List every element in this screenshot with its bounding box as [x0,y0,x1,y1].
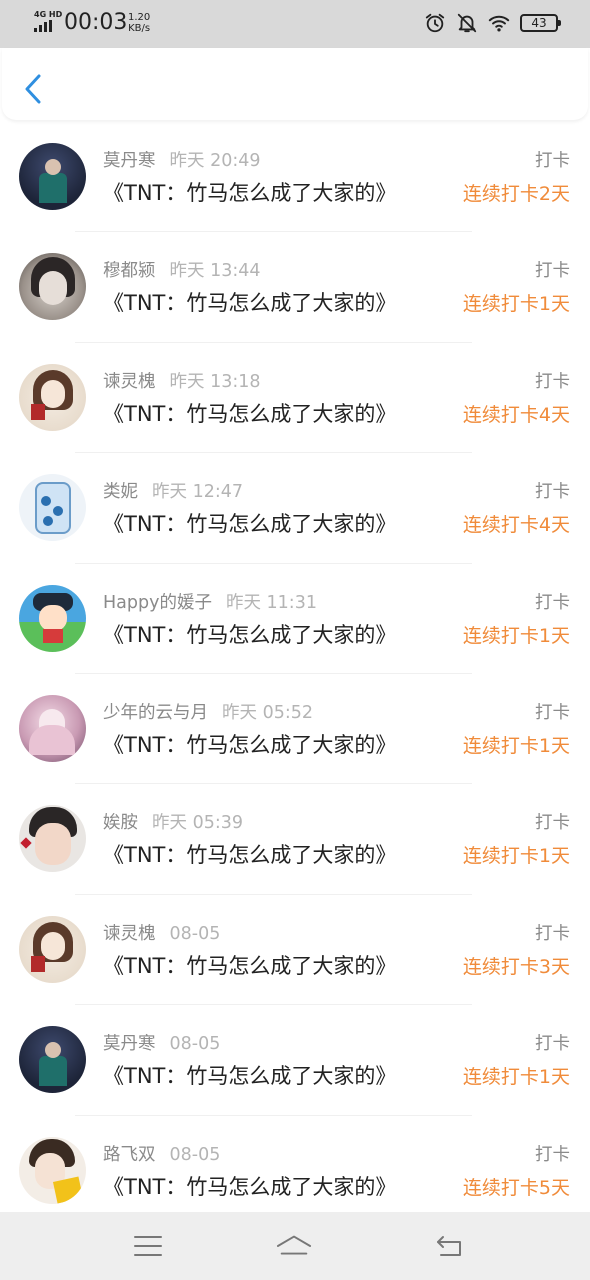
book-title[interactable]: 《TNT：竹马怎么成了大家的》 [103,841,396,869]
streak-label: 连续打卡5天 [462,1176,570,1199]
timestamp: 昨天 13:18 [169,371,261,392]
avatar[interactable] [19,363,86,431]
book-title[interactable]: 《TNT：竹马怎么成了大家的》 [103,179,396,207]
list-item[interactable]: 类妮 昨天 12:47 《TNT：竹马怎么成了大家的》 打卡 连续打卡4天 [0,453,590,564]
book-title[interactable]: 《TNT：竹马怎么成了大家的》 [103,289,396,317]
timestamp: 昨天 05:39 [152,813,243,834]
list-item[interactable]: 穆都颍 昨天 13:44 《TNT：竹马怎么成了大家的》 打卡 连续打卡1天 [0,232,590,343]
book-title[interactable]: 《TNT：竹马怎么成了大家的》 [103,731,396,759]
timestamp: 昨天 13:44 [169,261,261,282]
speed-unit: KB/s [128,23,151,34]
avatar[interactable] [19,143,86,210]
list-item[interactable]: 莫丹寒 昨天 20:49 《TNT：竹马怎么成了大家的》 打卡 连续打卡2天 [0,122,590,233]
user-name[interactable]: 莫丹寒 [103,151,156,171]
activity-type: 打卡 [535,261,570,282]
activity-type: 打卡 [535,923,570,944]
chevron-left-icon [25,74,41,104]
list-item[interactable]: 谏灵槐 昨天 13:18 《TNT：竹马怎么成了大家的》 打卡 连续打卡4天 [0,343,590,454]
timestamp: 08-05 [169,923,221,944]
home-button[interactable] [276,1232,312,1260]
list-item[interactable]: 谏灵槐 08-05 《TNT：竹马怎么成了大家的》 打卡 连续打卡3天 [0,895,590,1006]
user-name[interactable]: Happy的媛子 [103,593,212,613]
system-nav-bar [0,1212,590,1280]
activity-type: 打卡 [535,371,570,392]
avatar[interactable] [19,805,86,873]
list-item[interactable]: 少年的云与月 昨天 05:52 《TNT：竹马怎么成了大家的》 打卡 连续打卡1天 [0,674,590,785]
activity-type: 打卡 [535,1144,570,1165]
timestamp: 昨天 20:49 [169,151,261,171]
user-name[interactable]: 穆都颍 [103,261,156,281]
activity-type: 打卡 [535,151,570,171]
activity-type: 打卡 [535,482,570,503]
list-item[interactable]: 娭胺 昨天 05:39 《TNT：竹马怎么成了大家的》 打卡 连续打卡1天 [0,784,590,895]
streak-label: 连续打卡3天 [462,955,570,978]
streak-label: 连续打卡4天 [462,403,570,426]
status-bar: 4G HD 00:03 1.20 KB/s 43 [0,0,590,48]
streak-label: 连续打卡4天 [462,514,570,537]
streak-label: 连续打卡1天 [462,293,570,316]
list-item[interactable]: 莫丹寒 08-05 《TNT：竹马怎么成了大家的》 打卡 连续打卡1天 [0,1005,590,1116]
list-item[interactable]: Happy的媛子 昨天 11:31 《TNT：竹马怎么成了大家的》 打卡 连续打卡… [0,564,590,674]
avatar[interactable] [19,253,86,321]
timestamp: 昨天 05:52 [222,702,313,723]
timestamp: 昨天 12:47 [152,482,243,503]
list-item[interactable]: 路飞双 08-05 《TNT：竹马怎么成了大家的》 打卡 连续打卡5天 [0,1116,590,1212]
avatar[interactable] [19,474,86,542]
clock: 00:03 [64,10,128,35]
alarm-icon [425,13,445,33]
book-title[interactable]: 《TNT：竹马怎么成了大家的》 [103,1062,396,1090]
user-name[interactable]: 莫丹寒 [103,1034,156,1054]
top-bar [2,48,588,120]
book-title[interactable]: 《TNT：竹马怎么成了大家的》 [103,400,396,428]
avatar[interactable] [19,1026,86,1094]
network-type: 4G HD [34,10,63,19]
avatar[interactable] [19,1136,86,1204]
user-name[interactable]: 谏灵槐 [103,924,156,944]
avatar[interactable] [19,915,86,983]
streak-label: 连续打卡2天 [462,183,570,205]
activity-type: 打卡 [535,702,570,723]
streak-label: 连续打卡1天 [462,624,570,647]
streak-label: 连续打卡1天 [462,1066,570,1089]
timestamp: 08-05 [169,1144,221,1165]
mute-bell-icon [457,13,477,33]
home-icon [276,1235,312,1255]
back-arrow-icon [437,1236,461,1256]
user-name[interactable]: 路飞双 [103,1145,156,1165]
book-title[interactable]: 《TNT：竹马怎么成了大家的》 [103,952,396,980]
menu-icon [134,1236,162,1256]
user-name[interactable]: 少年的云与月 [103,703,208,723]
network-speed: 1.20 KB/s [128,12,150,34]
user-name[interactable]: 娭胺 [103,813,138,833]
user-name[interactable]: 类妮 [103,482,138,502]
battery-icon: 43 [520,14,561,32]
timestamp: 08-05 [169,1034,221,1055]
streak-label: 连续打卡1天 [462,734,570,757]
avatar[interactable] [19,584,86,652]
back-button[interactable] [18,72,48,106]
book-title[interactable]: 《TNT：竹马怎么成了大家的》 [103,510,396,538]
book-title[interactable]: 《TNT：竹马怎么成了大家的》 [103,1173,396,1201]
streak-label: 连续打卡1天 [462,845,570,868]
back-nav-button[interactable] [432,1232,468,1260]
checkin-list: 莫丹寒 昨天 20:49 《TNT：竹马怎么成了大家的》 打卡 连续打卡2天 穆都… [0,122,590,1212]
activity-type: 打卡 [535,813,570,834]
signal-icon [34,20,52,32]
timestamp: 昨天 11:31 [225,592,317,613]
book-title[interactable]: 《TNT：竹马怎么成了大家的》 [103,621,396,649]
speed-value: 1.20 [128,12,151,23]
wifi-icon [488,15,510,32]
menu-button[interactable] [130,1232,166,1260]
user-name[interactable]: 谏灵槐 [103,372,156,392]
activity-type: 打卡 [535,1034,570,1055]
avatar[interactable] [19,694,86,762]
activity-type: 打卡 [535,592,570,613]
